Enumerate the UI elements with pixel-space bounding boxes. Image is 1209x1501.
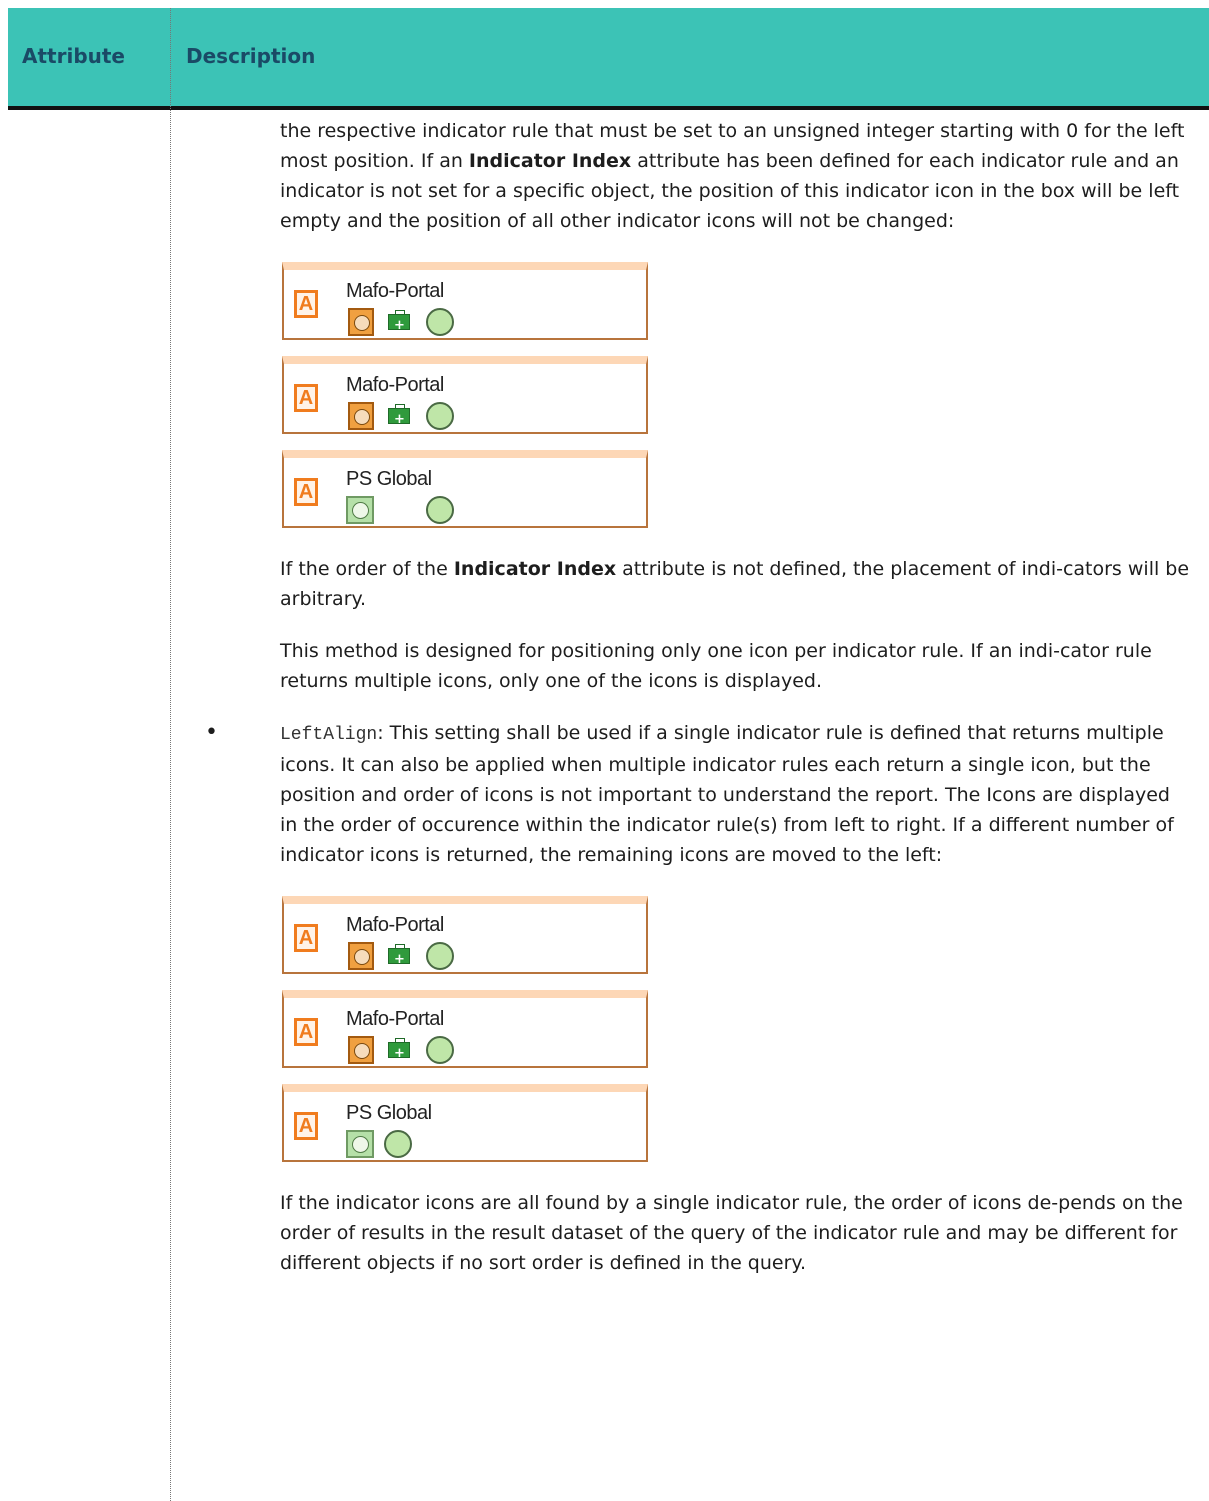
object-name: Mafo-Portal	[346, 914, 444, 936]
figure-left-align-example: A Mafo-Portal A Mafo-Portal A PS Global	[282, 896, 654, 1162]
application-icon: A	[294, 478, 318, 506]
application-icon: A	[294, 1112, 318, 1140]
object-box: A Mafo-Portal	[282, 896, 648, 975]
figure-indicator-index-example: A Mafo-Portal A Mafo-Portal A PS Global	[282, 262, 654, 528]
paragraph-single-rule-order: If the indicator icons are all found by …	[280, 1192, 1183, 1274]
object-box: A Mafo-Portal	[282, 262, 648, 341]
description-cell: the respective indicator rule that must …	[205, 116, 1190, 1278]
happy-face-icon	[346, 1130, 374, 1158]
bullet-icon: •	[205, 720, 218, 745]
happy-face-icon	[346, 496, 374, 524]
circle-icon	[426, 1036, 454, 1064]
application-icon: A	[294, 1018, 318, 1046]
object-box: A Mafo-Portal	[282, 990, 648, 1069]
term-indicator-index: Indicator Index	[453, 558, 617, 580]
circle-icon	[426, 402, 454, 430]
application-icon: A	[294, 384, 318, 412]
object-name: Mafo-Portal	[346, 280, 444, 302]
code-left-align: LeftAlign	[280, 725, 378, 745]
object-name: PS Global	[346, 1102, 432, 1124]
briefcase-icon	[388, 944, 410, 975]
bullet-left-align: • LeftAlign: This setting shall be used i…	[205, 720, 1174, 866]
object-box: A PS Global	[282, 1084, 648, 1162]
circle-icon	[384, 1130, 412, 1158]
circle-icon	[426, 308, 454, 336]
paragraph-indicator-index: the respective indicator rule that must …	[280, 120, 1185, 232]
table-header: Attribute Description	[8, 8, 1209, 110]
sad-face-icon	[348, 402, 374, 430]
object-name: Mafo-Portal	[346, 374, 444, 396]
object-name: PS Global	[346, 468, 432, 490]
paragraph-order-undefined: If the order of the Indicator Index attr…	[280, 558, 1190, 610]
paragraph-one-icon: This method is designed for positioning …	[280, 640, 1152, 692]
sad-face-icon	[348, 308, 374, 336]
circle-icon	[426, 496, 454, 524]
briefcase-icon	[388, 1038, 410, 1069]
object-box: A PS Global	[282, 450, 648, 528]
column-header-attribute: Attribute	[22, 44, 125, 68]
column-divider	[170, 8, 171, 1501]
sad-face-icon	[348, 1036, 374, 1064]
application-icon: A	[294, 924, 318, 952]
briefcase-icon	[388, 404, 410, 435]
term-indicator-index: Indicator Index	[468, 150, 632, 172]
object-name: Mafo-Portal	[346, 1008, 444, 1030]
column-header-description: Description	[186, 44, 316, 68]
sad-face-icon	[348, 942, 374, 970]
briefcase-icon	[388, 310, 410, 341]
circle-icon	[426, 942, 454, 970]
application-icon: A	[294, 290, 318, 318]
object-box: A Mafo-Portal	[282, 356, 648, 435]
